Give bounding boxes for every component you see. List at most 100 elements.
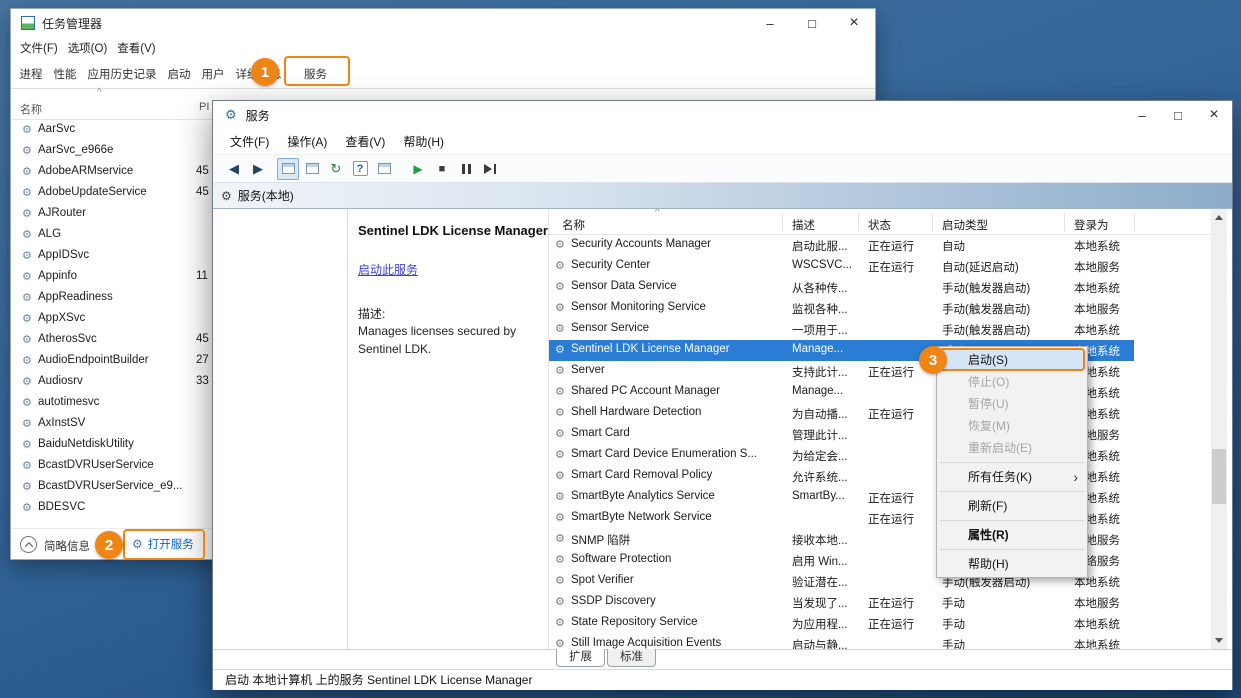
service-row[interactable]: ⚙Shell Hardware Detection为自动播...正在运行自动本地… [549,403,1211,424]
tab-app-history[interactable]: 应用历史记录 [82,59,162,88]
service-gear-icon: ⚙ [555,595,565,608]
service-row[interactable]: ⚙Shared PC Account ManagerManage...手动(触发… [549,382,1211,403]
show-console-tree-icon[interactable] [277,158,299,180]
column-pid[interactable]: PI [199,101,209,113]
column-startup-type[interactable]: 启动类型 [942,217,988,233]
refresh-icon[interactable]: ↻ [325,158,347,180]
service-description: 验证潜在... [792,574,856,590]
tab-processes[interactable]: 进程 [14,59,48,88]
service-row[interactable]: ⚙SmartByte Network Service正在运行自动本地系统 [549,508,1211,529]
services-icon: ⚙ [225,107,237,123]
service-row[interactable]: ⚙SNMP 陷阱接收本地...手动本地服务 [549,529,1211,550]
service-startup-type: 手动 [942,595,1062,611]
menu-item-properties[interactable]: 属性(R) [937,524,1087,546]
menu-view[interactable]: 查看(V) [336,133,394,150]
services-list-header: ^ 名称 描述 状态 启动类型 登录为 [549,209,1211,235]
menu-options[interactable]: 选项(O) [68,40,116,56]
service-row[interactable]: ⚙Smart Card Removal Policy允许系统...手动本地系统 [549,466,1211,487]
service-gear-icon: ⚙ [22,144,32,157]
tab-performance[interactable]: 性能 [48,59,82,88]
service-context-menu: 启动(S)停止(O)暂停(U)恢复(M)重新启动(E)所有任务(K)›刷新(F)… [936,346,1088,578]
forward-icon[interactable]: ▶ [247,158,269,180]
view-tab-standard[interactable]: 标准 [607,649,656,667]
close-button[interactable]: × [833,9,875,37]
service-name: SSDP Discovery [571,595,783,607]
scrollbar-thumb[interactable] [1212,449,1226,504]
column-name[interactable]: 名称 [20,101,42,117]
service-gear-icon: ⚙ [22,333,32,346]
export-list-icon[interactable] [301,158,323,180]
service-row[interactable]: ⚙State Repository Service为应用程...正在运行手动本地… [549,613,1211,634]
submenu-arrow-icon: › [1073,466,1078,488]
help-icon[interactable]: ? [349,158,371,180]
services-title: 服务 [246,107,270,124]
service-gear-icon: ⚙ [555,406,565,419]
service-row[interactable]: ⚙Smart Card管理此计...手动(触发器启动)本地服务 [549,424,1211,445]
column-logon-as[interactable]: 登录为 [1074,217,1109,233]
start-service-link[interactable]: 启动此服务 [358,261,418,278]
service-description: 从各种传... [792,280,856,296]
column-name[interactable]: 名称 [562,217,585,233]
service-name: Audiosrv [38,375,83,387]
scroll-down-arrow-icon[interactable] [1211,632,1227,649]
start-icon[interactable]: ▶ [407,158,429,180]
service-row[interactable]: ⚙Spot Verifier验证潜在...手动(触发器启动)本地系统 [549,571,1211,592]
menu-file[interactable]: 文件(F) [221,133,278,150]
collapse-details-icon[interactable] [20,536,37,553]
menu-view[interactable]: 查看(V) [117,40,163,56]
tab-startup[interactable]: 启动 [162,59,196,88]
service-row[interactable]: ⚙Smart Card Device Enumeration S...为给定会.… [549,445,1211,466]
vertical-scrollbar[interactable] [1211,209,1227,649]
service-name: AppIDSvc [38,249,89,261]
scroll-up-arrow-icon[interactable] [1211,209,1227,226]
service-logon-as: 本地服务 [1074,301,1132,317]
service-startup-type: 自动(延迟启动) [942,259,1062,275]
service-startup-type: 自动 [942,238,1062,254]
stop-icon[interactable]: ■ [431,158,453,180]
service-row[interactable]: ⚙SmartByte Analytics ServiceSmartBy...正在… [549,487,1211,508]
restart-icon[interactable] [479,158,501,180]
service-name: Software Protection [571,553,783,565]
column-divider [932,213,933,231]
service-gear-icon: ⚙ [555,637,565,649]
console-tree-pane[interactable] [213,209,348,649]
menu-item-all-tasks[interactable]: 所有任务(K)› [937,466,1087,488]
view-tab-extended[interactable]: 扩展 [556,649,605,667]
service-description: 监视各种... [792,301,856,317]
column-description[interactable]: 描述 [792,217,815,233]
show-window-icon[interactable] [373,158,395,180]
pause-icon[interactable] [455,158,477,180]
service-gear-icon: ⚙ [22,438,32,451]
maximize-button[interactable]: □ [1160,101,1196,129]
service-row[interactable]: ⚙Software Protection启用 Win...自动(延迟启动)网络服… [549,550,1211,571]
service-row-selected[interactable]: ⚙Sentinel LDK License ManagerManage...手动… [549,340,1211,361]
menu-separator [939,520,1085,521]
menu-action[interactable]: 操作(A) [278,133,336,150]
service-row[interactable]: ⚙Sensor Data Service从各种传...手动(触发器启动)本地系统 [549,277,1211,298]
service-row[interactable]: ⚙Sensor Monitoring Service监视各种...手动(触发器启… [549,298,1211,319]
column-status[interactable]: 状态 [868,217,891,233]
column-divider [1134,213,1135,231]
service-row[interactable]: ⚙Security Accounts Manager启动此服...正在运行自动本… [549,235,1211,256]
service-row[interactable]: ⚙Sensor Service一项用于...手动(触发器启动)本地系统 [549,319,1211,340]
console-tree-root[interactable]: ⚙ 服务(本地) [213,183,1232,209]
service-row[interactable]: ⚙SSDP Discovery当发现了...正在运行手动本地服务 [549,592,1211,613]
service-row[interactable]: ⚙Security CenterWSCSVC...正在运行自动(延迟启动)本地服… [549,256,1211,277]
service-status: 正在运行 [868,406,930,422]
maximize-button[interactable]: □ [791,9,833,37]
back-icon[interactable]: ◀ [223,158,245,180]
service-gear-icon: ⚙ [22,270,32,283]
menu-item-refresh[interactable]: 刷新(F) [937,495,1087,517]
menu-item-help[interactable]: 帮助(H) [937,553,1087,575]
service-logon-as: 本地系统 [1074,280,1132,296]
service-row[interactable]: ⚙Still Image Acquisition Events启动与静...手动… [549,634,1211,649]
menu-help[interactable]: 帮助(H) [394,133,453,150]
close-button[interactable]: × [1196,101,1232,129]
service-description: 管理此计... [792,427,856,443]
minimize-button[interactable]: – [749,9,791,37]
minimize-button[interactable]: – [1124,101,1160,129]
menu-file[interactable]: 文件(F) [20,40,66,56]
service-name: Smart Card [571,427,783,439]
tab-users[interactable]: 用户 [196,59,230,88]
service-row[interactable]: ⚙Server支持此计...正在运行自动本地系统 [549,361,1211,382]
